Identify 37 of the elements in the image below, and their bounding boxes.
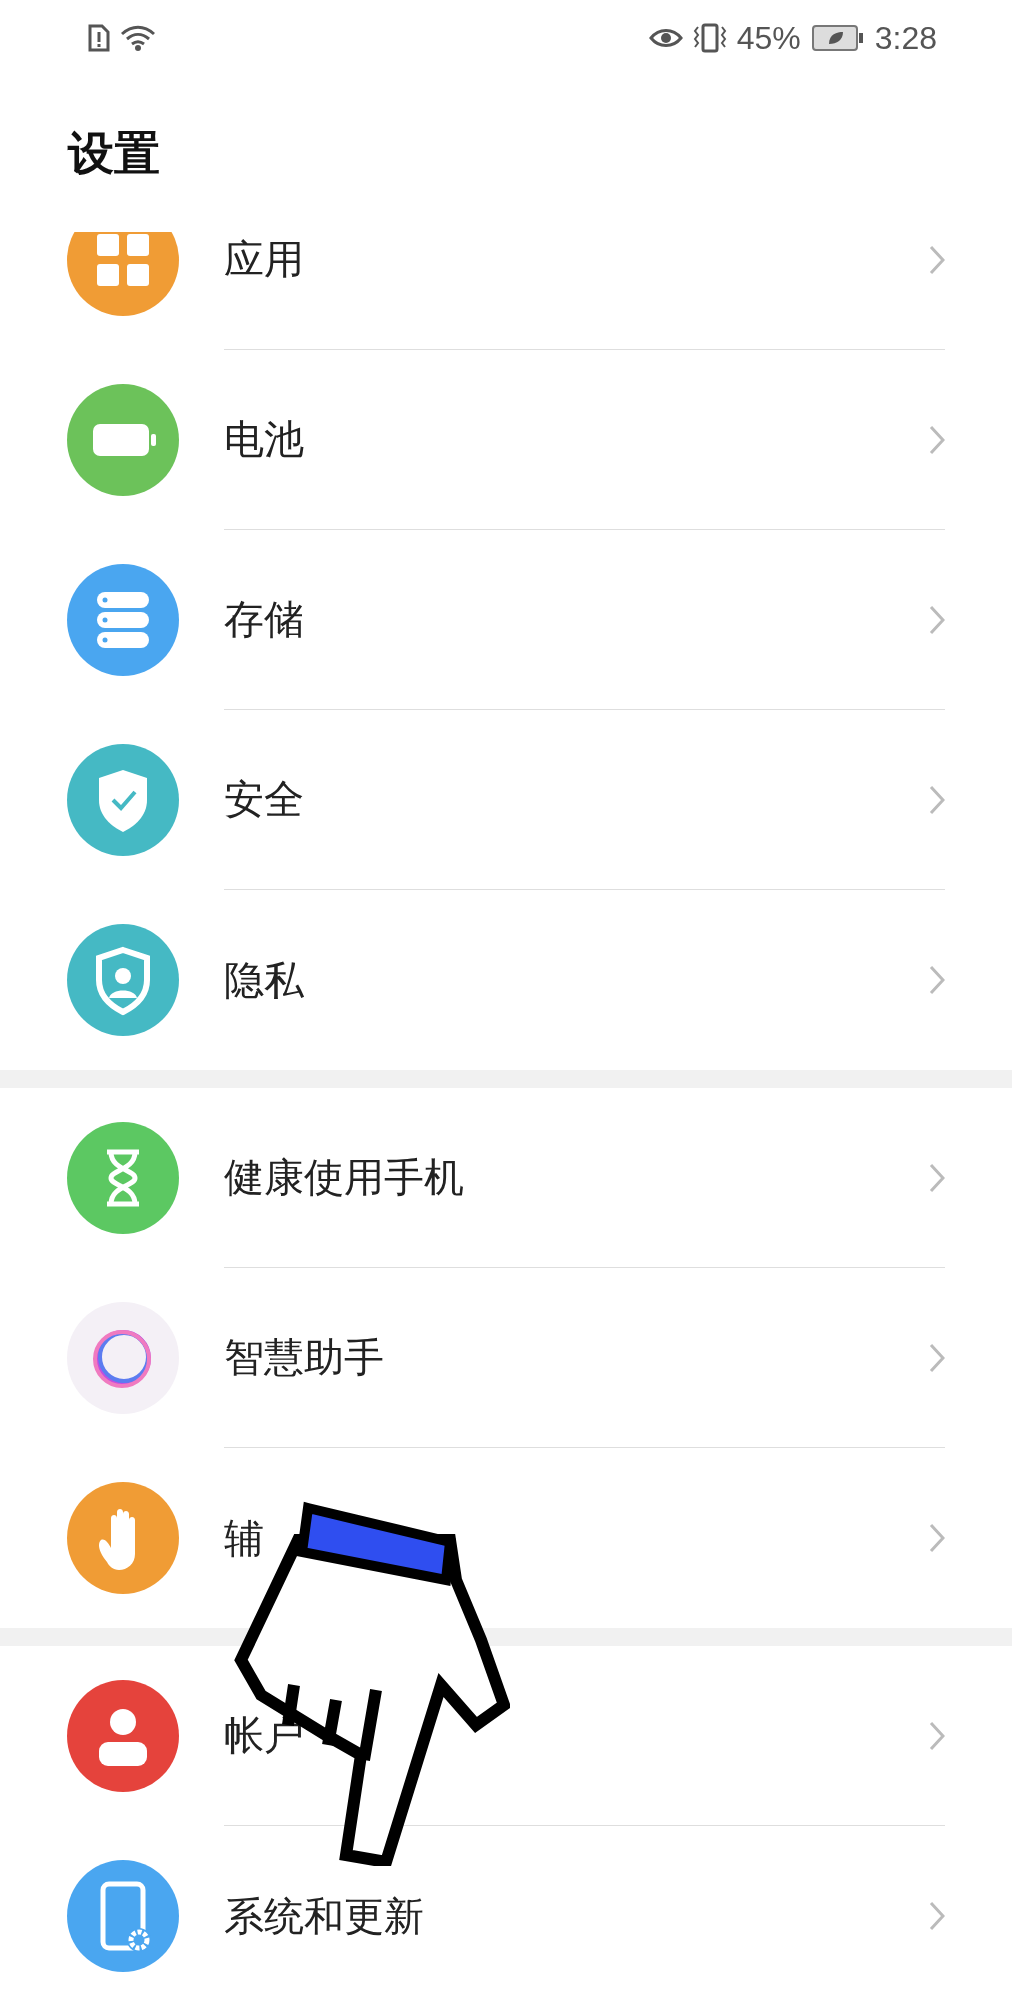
settings-category-icon[interactable] — [67, 232, 179, 316]
settings-category-icon[interactable] — [67, 924, 179, 1036]
settings-item-label[interactable]: 健康使用手机 — [224, 1150, 464, 1205]
settings-item-label[interactable]: 系统和更新 — [224, 1888, 424, 1944]
settings-category-icon[interactable] — [67, 384, 179, 496]
wifi-icon — [120, 24, 156, 52]
chevron-right-icon — [929, 1342, 945, 1373]
settings-item-label[interactable]: 电池 — [224, 412, 304, 467]
eye-icon — [648, 26, 683, 50]
settings-category-icon[interactable] — [67, 1122, 179, 1234]
chevron-right-icon — [929, 244, 945, 275]
chevron-right-icon — [929, 1720, 945, 1751]
settings-item-label[interactable]: 存储 — [224, 592, 304, 647]
battery-leaf-icon — [810, 24, 865, 52]
settings-category-icon[interactable] — [67, 1860, 179, 1972]
sim-alert-icon — [88, 24, 110, 52]
chevron-right-icon — [929, 1901, 945, 1931]
settings-item-label[interactable]: 隐私 — [224, 952, 304, 1008]
chevron-right-icon — [929, 1523, 945, 1553]
settings-item-label[interactable]: 智慧助手 — [224, 1330, 384, 1385]
battery-percent: 45% — [736, 19, 801, 57]
settings-category-icon[interactable] — [67, 1680, 179, 1792]
settings-category-icon[interactable] — [67, 744, 179, 856]
settings-category-icon[interactable] — [67, 1302, 179, 1414]
chevron-right-icon — [929, 965, 945, 995]
chevron-right-icon — [929, 784, 945, 815]
settings-category-icon[interactable] — [67, 1482, 179, 1594]
vibrate-icon — [692, 23, 727, 53]
settings-category-icon[interactable] — [67, 564, 179, 676]
settings-item-label[interactable]: 安全 — [224, 772, 304, 827]
page-title: 设置 — [68, 125, 160, 182]
clock-time: 3:28 — [874, 19, 937, 57]
chevron-right-icon — [929, 604, 945, 635]
chevron-right-icon — [929, 1162, 945, 1193]
settings-item-label[interactable]: 应用 — [224, 232, 304, 287]
settings-item-label[interactable]: 辅 — [224, 1510, 264, 1566]
chevron-right-icon — [929, 424, 945, 455]
